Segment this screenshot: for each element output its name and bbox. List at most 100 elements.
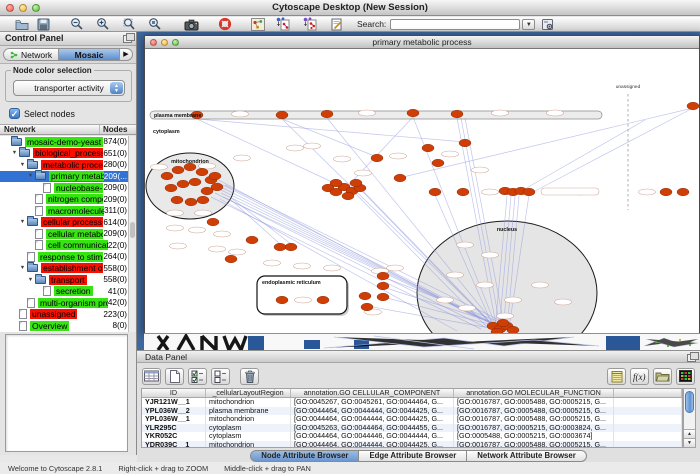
table-scrollbar-thumb[interactable]	[685, 391, 694, 413]
table-row[interactable]: YLR295Ccytoplasm[GO:0045263, GO:0044464,…	[142, 424, 682, 433]
tree-item[interactable]: ▼metabolic process280(0)	[0, 159, 129, 171]
network-node[interactable]	[660, 188, 672, 196]
expander-icon[interactable]: ▼	[26, 173, 35, 179]
select-attributes-icon[interactable]	[188, 368, 207, 385]
tree-item[interactable]: unassigned223(0)	[0, 309, 129, 321]
table-row[interactable]: YDR039C__1mitochondrion[GO:0044464, GO:0…	[142, 441, 682, 449]
tree-item[interactable]: response to stimulu264(0)	[0, 251, 129, 263]
network-node[interactable]	[422, 144, 434, 152]
table-row[interactable]: YPL036W__1mitochondrion[GO:0044464, GO:0…	[142, 415, 682, 424]
network-node[interactable]	[177, 180, 189, 188]
tab-overflow-arrow[interactable]: ▶	[120, 48, 133, 61]
tab-mosaic[interactable]: Mosaic	[58, 48, 120, 61]
expander-icon[interactable]: ▼	[10, 150, 19, 156]
column-header[interactable]: annotation.GO MOLECULAR_FUNCTION	[454, 389, 614, 397]
tree-item[interactable]: ▼primary metabo209(...	[0, 171, 129, 183]
attribute-table[interactable]: ID_cellularLayoutRegionannotation.GO CEL…	[141, 388, 683, 448]
network-node[interactable]	[677, 188, 689, 196]
network-minimize-button[interactable]	[161, 39, 168, 46]
network-node[interactable]	[171, 196, 183, 204]
network-node[interactable]	[172, 166, 184, 174]
scroll-down-icon[interactable]: ▼	[684, 438, 695, 447]
birds-eye-view[interactable]	[5, 334, 128, 452]
network-node[interactable]	[432, 159, 444, 167]
network-close-button[interactable]	[150, 39, 157, 46]
network-node[interactable]	[246, 236, 258, 244]
tab-network[interactable]: Network	[3, 48, 58, 61]
tree-scrollbar[interactable]	[128, 136, 136, 332]
create-attribute-icon[interactable]	[165, 368, 184, 385]
network-node[interactable]	[274, 243, 286, 251]
save-session-icon[interactable]	[35, 17, 52, 31]
function-builder-icon[interactable]: f(x)	[630, 368, 649, 385]
column-header[interactable]: _cellularLayoutRegion	[206, 389, 291, 397]
network-node[interactable]	[361, 303, 373, 311]
expander-icon[interactable]: ▼	[18, 162, 27, 168]
expander-icon[interactable]: ▼	[18, 265, 27, 271]
snapshot-icon[interactable]	[183, 17, 200, 31]
tree-item[interactable]: ▼transport558(0)	[0, 274, 129, 286]
table-row[interactable]: YPL036W__2plasma membrane[GO:0044464, GO…	[142, 407, 682, 416]
network-node[interactable]	[276, 111, 288, 119]
select-nodes-checkbox[interactable]: ✓	[9, 108, 20, 119]
table-row[interactable]: YKR052Ccytoplasm[GO:0044464, GO:0044446,…	[142, 432, 682, 441]
tree-item[interactable]: ▼biological_process651(0)	[0, 148, 129, 160]
tree-item[interactable]: nucleobase-209(0)	[0, 182, 129, 194]
tree-header-nodes[interactable]: Nodes	[100, 125, 136, 134]
network-node[interactable]	[342, 192, 354, 200]
tree-item[interactable]: ▼establishment of lo558(0)	[0, 263, 129, 275]
network-node[interactable]	[209, 172, 221, 180]
scroll-up-icon[interactable]: ▲	[684, 429, 695, 438]
tree-item[interactable]: ▼cellular process614(0)	[0, 217, 129, 229]
minimize-button[interactable]	[19, 4, 27, 12]
delete-attribute-icon[interactable]	[240, 368, 259, 385]
table-scrollbar[interactable]: ▲ ▼	[683, 388, 696, 448]
network-node[interactable]	[285, 243, 297, 251]
attribute-tab[interactable]: Network Attribute Browser	[467, 450, 587, 462]
attribute-grid-icon[interactable]	[142, 368, 161, 385]
network-node[interactable]	[225, 255, 237, 263]
network-node[interactable]	[377, 293, 389, 301]
network-node[interactable]	[523, 188, 535, 196]
tree-item[interactable]: secretion41(0)	[0, 286, 129, 298]
tree-item[interactable]: mosaic-demo-yeast874(0)	[0, 136, 129, 148]
attribute-mapping-icon[interactable]	[301, 17, 318, 31]
network-canvas[interactable]: plasma membranecytoplasmmitochondrionnuc…	[145, 50, 699, 333]
search-dropdown-arrow[interactable]: ▼	[522, 19, 535, 30]
attribute-tab[interactable]: Node Attribute Browser	[250, 450, 359, 462]
network-node[interactable]	[377, 282, 389, 290]
open-file-icon[interactable]	[13, 17, 30, 31]
data-panel-float-icon[interactable]	[687, 354, 696, 362]
zoom-button[interactable]	[32, 4, 40, 12]
expander-icon[interactable]: ▼	[18, 219, 27, 225]
table-row[interactable]: YJR121W__1mitochondrion[GO:0045267, GO:0…	[142, 398, 682, 407]
network-node[interactable]	[507, 326, 519, 333]
tree-scrollbar-thumb[interactable]	[130, 222, 135, 238]
close-button[interactable]	[6, 4, 14, 12]
tree-item[interactable]: cell communicat22(0)	[0, 240, 129, 252]
float-panel-icon[interactable]	[123, 35, 132, 43]
unselect-attributes-icon[interactable]	[211, 368, 230, 385]
network-node[interactable]	[189, 178, 201, 186]
zoom-fit-icon[interactable]	[120, 17, 137, 31]
network-node[interactable]	[457, 188, 469, 196]
node-color-dropdown[interactable]: transporter activity ▲▼	[13, 80, 125, 96]
attribute-tab[interactable]: Edge Attribute Browser	[359, 450, 467, 462]
layout-mapping-icon[interactable]	[274, 17, 291, 31]
search-options-icon[interactable]	[539, 17, 556, 31]
heatmap-icon[interactable]	[676, 368, 695, 385]
search-input[interactable]	[390, 19, 520, 30]
network-zoom-button[interactable]	[172, 39, 179, 46]
zoom-in-icon[interactable]	[94, 17, 111, 31]
column-header[interactable]: annotation.GO CELLULAR_COMPONENT	[291, 389, 454, 397]
network-node[interactable]	[161, 172, 173, 180]
network-node[interactable]	[276, 296, 288, 304]
network-node[interactable]	[185, 198, 197, 206]
network-node[interactable]	[451, 110, 463, 118]
network-node[interactable]	[196, 168, 208, 176]
import-attributes-icon[interactable]	[653, 368, 672, 385]
tree-header-network[interactable]: Network	[0, 125, 100, 134]
network-node[interactable]	[377, 272, 389, 280]
network-node[interactable]	[497, 319, 509, 327]
network-node[interactable]	[330, 179, 342, 187]
